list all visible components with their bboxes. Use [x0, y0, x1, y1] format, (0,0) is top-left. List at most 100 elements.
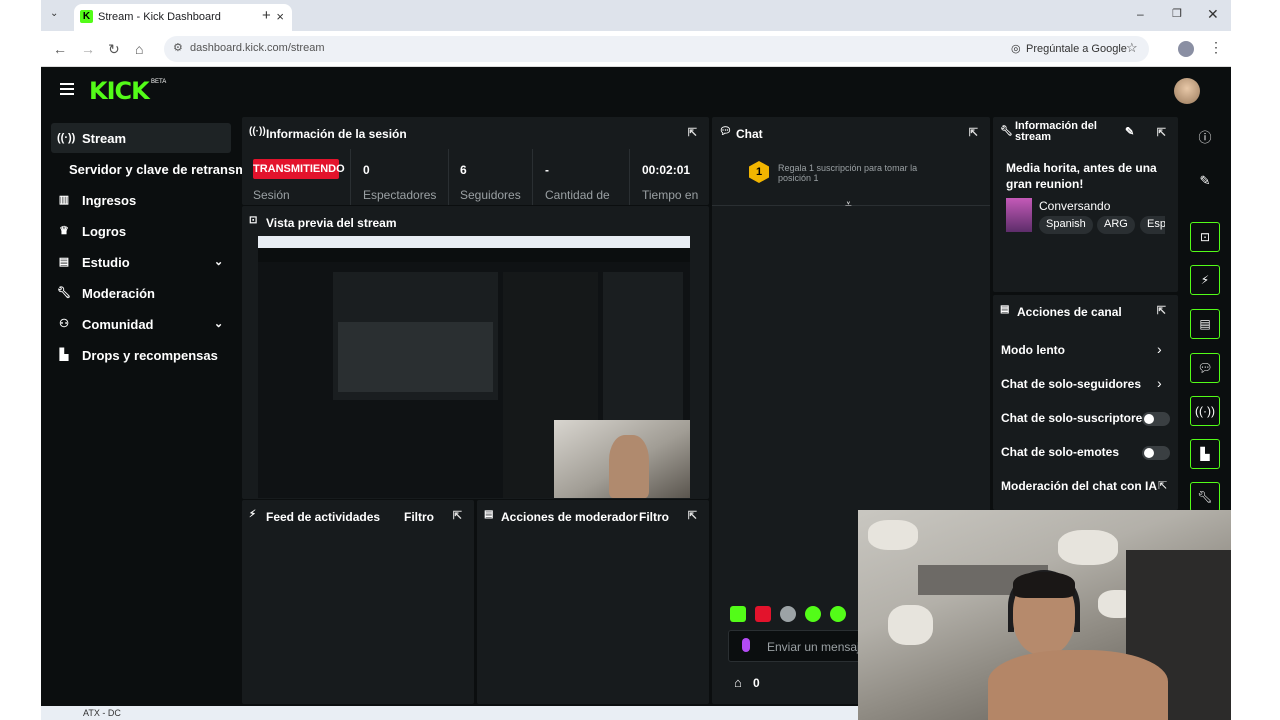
viewer-count: 0 [753, 676, 760, 690]
tag-pill[interactable]: Esp [1140, 216, 1165, 234]
panel-title: Acciones de moderador [501, 510, 638, 524]
preview-toggle-icon[interactable]: ⊡ [1190, 222, 1220, 252]
preview-person [609, 435, 649, 498]
profile-avatar[interactable] [1178, 41, 1194, 57]
panel-header: ▤ Acciones de canal ⇱ [993, 295, 1178, 327]
preview-webcam-overlay [554, 420, 690, 498]
popout-icon[interactable]: ⇱ [688, 509, 697, 522]
emote-icon[interactable] [730, 606, 746, 622]
user-avatar[interactable] [1174, 78, 1200, 104]
home-icon[interactable]: ⌂ [135, 41, 143, 57]
trophy-icon: ♛ [59, 225, 69, 237]
hamburger-menu-icon[interactable] [60, 83, 74, 95]
top-nav: KICK BETA [41, 67, 1231, 115]
category-name[interactable]: Conversando [1039, 199, 1110, 213]
tag-pill[interactable]: Spanish [1039, 216, 1093, 234]
panel-header: ((·)) Información de la sesión ⇱ [242, 117, 709, 149]
webcam-overlay [858, 510, 1231, 720]
popout-icon[interactable]: ⇱ [1157, 304, 1166, 317]
popout-icon[interactable]: ⇱ [1157, 126, 1166, 139]
sidebar-item-label: Stream [82, 131, 127, 146]
tab-search-icon[interactable]: ⌄ [50, 8, 58, 19]
toggle-knob [1144, 414, 1154, 424]
stat-label-tiempo: Tiempo en [642, 188, 699, 202]
broadcast-icon[interactable]: ((·)) [1190, 396, 1220, 426]
new-tab-icon[interactable]: + [262, 7, 271, 24]
sidebar-item-drops[interactable]: ▙ Drops y recompensas [51, 340, 241, 370]
stat-label-espectadores: Espectadores [363, 188, 437, 202]
panel-title: Feed de actividades [266, 510, 381, 524]
chart-icon: ▥ [58, 194, 70, 206]
chat-input-placeholder: Enviar un mensaje [767, 640, 867, 654]
tab-close-icon[interactable]: × [276, 9, 284, 24]
popout-icon[interactable]: ⇱ [688, 126, 697, 139]
popout-icon[interactable]: ⇱ [1158, 479, 1167, 492]
wrench-icon: 🔧︎ [1000, 126, 1013, 137]
chat-bubble-icon: 💬︎ [719, 126, 732, 137]
sidebar-item-logros[interactable]: ♛ Logros [51, 216, 241, 246]
scroll-down-icon[interactable]: ⩡ [845, 197, 852, 212]
panel-title: Información del stream [1015, 120, 1097, 143]
close-window-icon[interactable]: ✕ [1207, 6, 1219, 23]
panel-title: Información de la sesión [266, 127, 407, 141]
emote-icon[interactable] [830, 606, 846, 622]
sidebar-item-comunidad[interactable]: ⚇ Comunidad ⌄ [51, 309, 241, 339]
document-icon: ▤ [484, 509, 494, 520]
chat-bubble-icon[interactable]: 💬︎ [1190, 353, 1220, 383]
wrench-icon[interactable]: 🔧︎ [1190, 482, 1220, 512]
emote-icon[interactable] [780, 606, 796, 622]
sub-rank-badge: 1 [749, 161, 769, 183]
restore-icon[interactable]: ❐ [1172, 7, 1182, 20]
activity-feed-panel: ⚡︎ Feed de actividades Filtro ⇱ [242, 500, 474, 704]
microphone-icon[interactable] [742, 638, 750, 652]
toggle-solo-suscriptores[interactable] [1142, 412, 1170, 426]
stream-preview-video[interactable] [258, 236, 690, 498]
minimize-icon[interactable]: – [1137, 7, 1144, 21]
sidebar-item-server-key[interactable]: Servidor y clave de retransm [51, 154, 247, 184]
back-icon[interactable]: ← [53, 41, 67, 57]
lightning-icon: ⚡︎ [249, 509, 257, 520]
action-solo-seguidores[interactable]: Chat de solo-seguidores [1001, 377, 1141, 391]
kick-logo[interactable]: KICK [89, 77, 150, 105]
taskbar-label[interactable]: ATX - DC [83, 708, 121, 718]
emote-icon[interactable] [805, 606, 821, 622]
forward-icon[interactable]: → [81, 41, 95, 57]
site-info-icon[interactable]: ⚙ [173, 41, 183, 54]
reload-icon[interactable]: ↻ [108, 41, 120, 58]
sidebar-item-stream[interactable]: ((·)) Stream [51, 123, 231, 153]
moderator-actions-panel: ▤ Acciones de moderador Filtro ⇱ [477, 500, 709, 704]
gift-sub-prompt[interactable]: Regala 1 suscripción para tomar la posic… [778, 163, 948, 183]
tag-pill[interactable]: ARG [1097, 216, 1135, 234]
ask-google-button[interactable]: ◎ Pregúntale a Google [1006, 40, 1133, 58]
lightning-icon[interactable]: ⚡︎ [1190, 265, 1220, 295]
chevron-right-icon[interactable]: › [1157, 375, 1162, 391]
omnibox[interactable]: ⚙ dashboard.kick.com/stream ◎ Pregúntale … [164, 36, 1149, 62]
emote-icon[interactable] [755, 606, 771, 622]
action-moderacion-ia[interactable]: Moderación del chat con IA [1001, 479, 1157, 493]
url-text: dashboard.kick.com/stream [190, 42, 325, 54]
info-icon[interactable]: ⓘ [1190, 123, 1220, 153]
sidebar-item-ingresos[interactable]: ▥ Ingresos [51, 185, 241, 215]
panel-title: Vista previa del stream [266, 216, 397, 230]
edit-pencil-icon[interactable]: ✎ [1125, 125, 1134, 138]
divider [448, 149, 449, 205]
action-modo-lento[interactable]: Modo lento [1001, 343, 1065, 357]
popout-icon[interactable]: ⇱ [969, 126, 978, 139]
filter-button[interactable]: Filtro [404, 510, 434, 524]
chevron-right-icon[interactable]: › [1157, 341, 1162, 357]
edit-pencil-icon[interactable]: ✎ [1190, 166, 1220, 196]
filter-button[interactable]: Filtro [639, 510, 669, 524]
category-thumbnail[interactable] [1006, 198, 1032, 232]
browser-tab[interactable]: K Stream - Kick Dashboard × [74, 4, 292, 31]
emote-row [730, 606, 870, 624]
toggle-solo-emotes[interactable] [1142, 446, 1170, 460]
divider [532, 149, 533, 205]
sidebar-item-estudio[interactable]: ▤ Estudio ⌄ [51, 247, 241, 277]
document-icon[interactable]: ▤ [1190, 309, 1220, 339]
sidebar-item-moderacion[interactable]: 🔧︎ Moderación [51, 278, 241, 308]
browser-menu-icon[interactable]: ⋮ [1209, 39, 1223, 56]
drops-icon[interactable]: ▙ [1190, 439, 1220, 469]
popout-icon[interactable]: ⇱ [453, 509, 462, 522]
bookmark-star-icon[interactable]: ☆ [1126, 40, 1138, 56]
hair [1013, 572, 1075, 598]
